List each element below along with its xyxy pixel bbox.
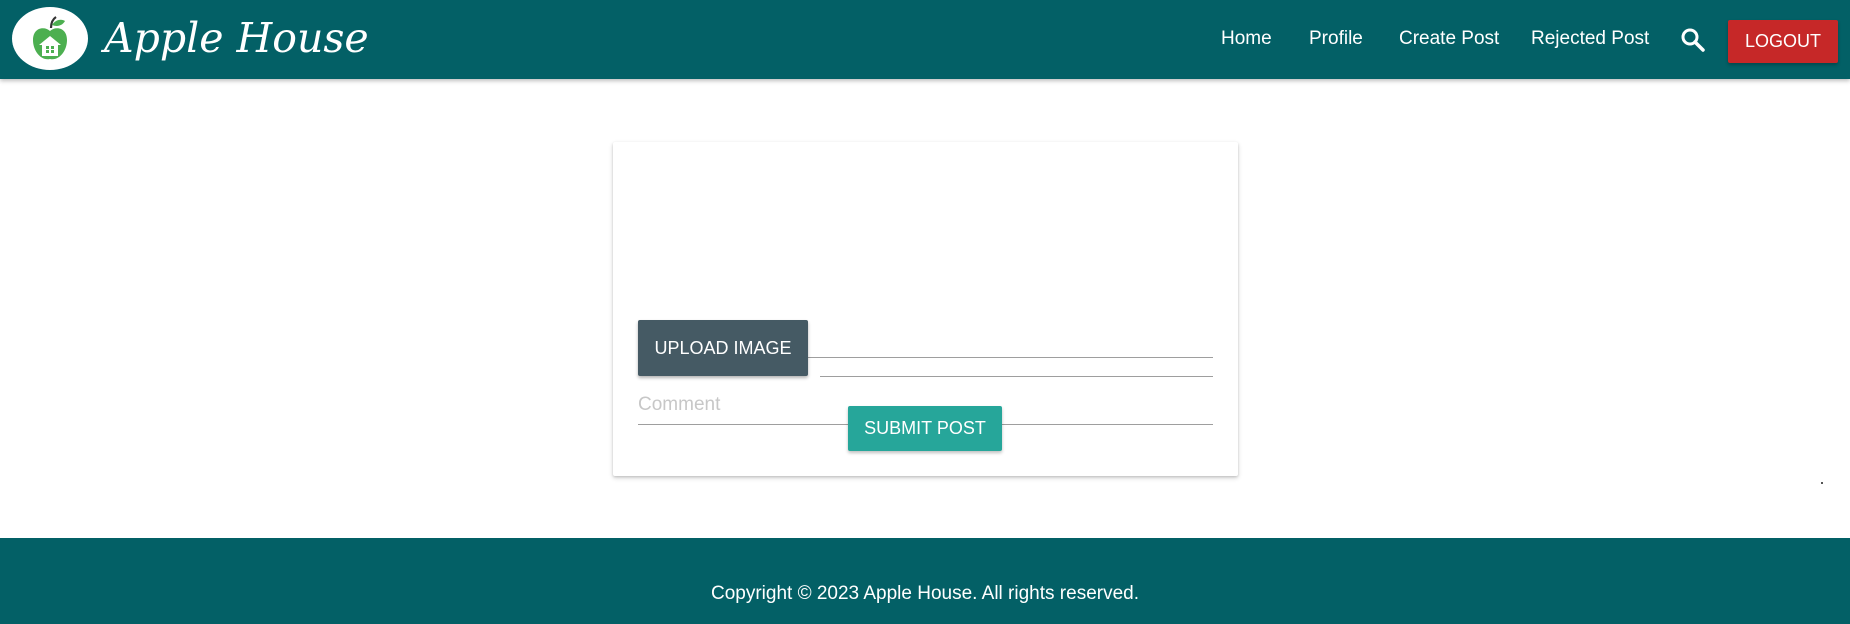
- nav-profile[interactable]: Profile: [1309, 27, 1363, 51]
- submit-post-button[interactable]: SUBMIT POST: [848, 406, 1002, 451]
- search-icon[interactable]: [1680, 27, 1706, 53]
- brand-title[interactable]: Apple House: [104, 13, 369, 63]
- nav-create-post[interactable]: Create Post: [1399, 27, 1499, 51]
- upload-image-button[interactable]: UPLOAD IMAGE: [638, 320, 808, 376]
- apple-house-logo-icon: [33, 16, 67, 60]
- logout-button[interactable]: LOGOUT: [1728, 20, 1838, 63]
- nav-rejected-post[interactable]: Rejected Post: [1531, 27, 1649, 51]
- apple-house-logo[interactable]: [12, 7, 88, 70]
- copyright-text: Copyright © 2023 Apple House. All rights…: [710, 583, 1139, 604]
- file-path-field[interactable]: [820, 376, 1213, 377]
- navbar: Apple House Home Profile Create Post Rej…: [0, 0, 1850, 79]
- nav-home[interactable]: Home: [1221, 27, 1272, 51]
- footer: Copyright © 2023 Apple House. All rights…: [0, 538, 1850, 624]
- create-post-card: UPLOAD IMAGE SUBMIT POST: [613, 142, 1238, 476]
- stray-dot: [1821, 482, 1823, 484]
